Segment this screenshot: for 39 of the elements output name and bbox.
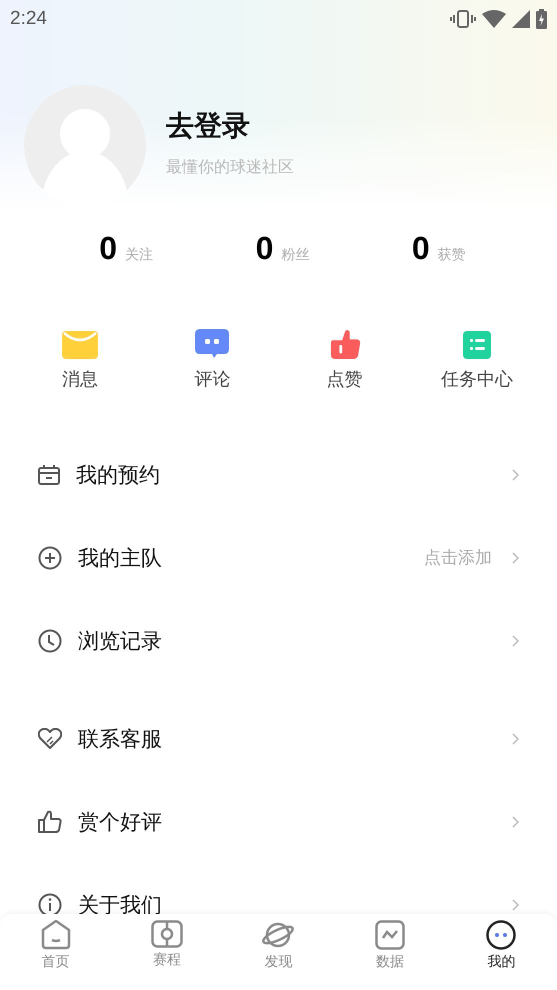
- house-icon: [40, 920, 71, 950]
- shortcut-button[interactable]: 任务中心: [416, 329, 537, 391]
- menu-item[interactable]: 浏览记录: [0, 599, 557, 682]
- chevron-right-icon: [512, 898, 519, 910]
- info-icon: [38, 892, 62, 914]
- plus-circle-icon: [38, 546, 62, 570]
- login-link[interactable]: 去登录: [166, 106, 294, 144]
- calendar-icon: [38, 464, 60, 484]
- profile-tagline: 最懂你的球迷社区: [166, 156, 294, 178]
- thumbs-up-icon: [38, 810, 62, 834]
- chevron-right-icon: [512, 468, 519, 480]
- face-icon: [486, 920, 516, 950]
- battery-icon: [536, 9, 547, 29]
- stat-count[interactable]: 0: [99, 230, 118, 267]
- menu-item[interactable]: 我的预约: [0, 433, 557, 516]
- menu-item[interactable]: 我的主队 点击添加: [0, 516, 557, 599]
- shortcut-button[interactable]: 点赞: [284, 329, 405, 391]
- chevron-right-icon: [512, 634, 519, 646]
- menu-hint: 点击添加: [424, 547, 492, 569]
- chevron-right-icon: [512, 816, 519, 828]
- heart-icon: [38, 728, 62, 750]
- stat-count[interactable]: 0: [256, 230, 274, 267]
- menu-item[interactable]: 联系客服: [0, 697, 557, 780]
- tab[interactable]: 我的: [461, 920, 542, 971]
- status-time: 2:24: [10, 8, 47, 30]
- wifi-icon: [482, 10, 506, 28]
- menu-item[interactable]: 关于我们: [0, 863, 557, 914]
- vibrate-icon: [450, 10, 476, 28]
- menu-item[interactable]: 赏个好评: [0, 780, 557, 863]
- chevron-right-icon: [512, 732, 519, 744]
- pitch-icon: [151, 920, 184, 948]
- signal-icon: [512, 10, 530, 28]
- chevron-right-icon: [512, 552, 519, 564]
- chart-icon: [374, 920, 405, 950]
- shortcut-button[interactable]: 消息: [20, 329, 140, 391]
- clock-icon: [38, 628, 62, 652]
- shortcut-button[interactable]: 评论: [152, 329, 272, 391]
- stat-count[interactable]: 0: [412, 230, 430, 267]
- planet-icon: [262, 920, 294, 950]
